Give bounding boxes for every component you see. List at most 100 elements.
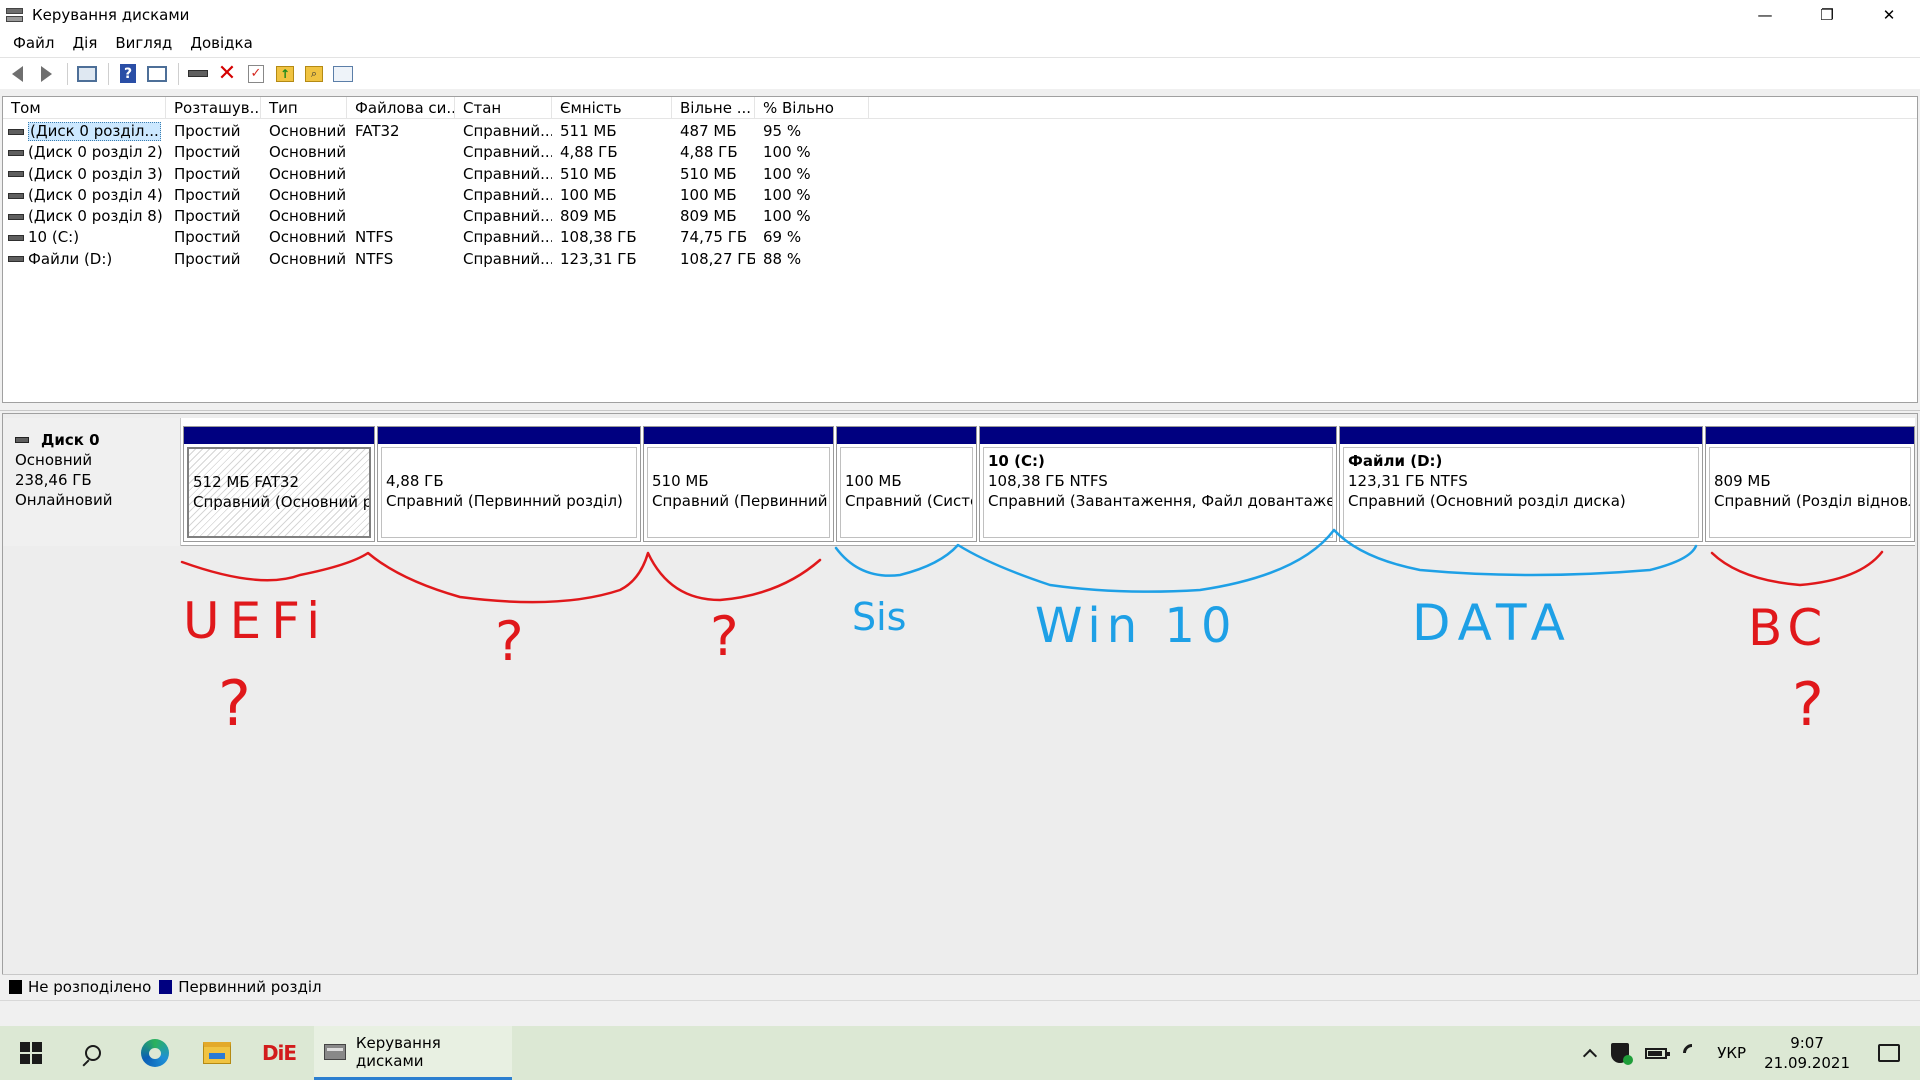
cell-layout: Простий bbox=[174, 228, 241, 247]
volume-icon bbox=[8, 235, 24, 242]
cell-free-space: 809 МБ bbox=[680, 207, 737, 226]
partition-status: Справний (Завантаження, Файл довантаженн… bbox=[988, 492, 1333, 510]
partition-3[interactable]: 510 МБ Справний (Первинний ро bbox=[643, 426, 834, 542]
cell-layout: Простий bbox=[174, 207, 241, 226]
file-explorer-button[interactable] bbox=[186, 1026, 248, 1080]
table-row[interactable]: (Диск 0 розділ... Простий Основний FAT32… bbox=[3, 121, 1917, 142]
volume-icon bbox=[8, 213, 24, 220]
partition-status: Справний (Основний роз bbox=[193, 493, 371, 511]
partition-title bbox=[193, 452, 369, 472]
column-layout[interactable]: Розташув... bbox=[166, 97, 261, 119]
properties-icon[interactable] bbox=[332, 63, 354, 85]
notifications-button[interactable] bbox=[1878, 1044, 1900, 1062]
table-row[interactable]: (Диск 0 розділ 4) Простий Основний Справ… bbox=[3, 185, 1917, 206]
partition-title bbox=[845, 451, 972, 471]
toolbar-separator bbox=[108, 62, 109, 85]
cell-type: Основний bbox=[269, 143, 347, 162]
column-capacity[interactable]: Ємність bbox=[552, 97, 672, 119]
partition-bar bbox=[1706, 427, 1914, 444]
partition-size: 512 МБ FAT32 bbox=[193, 473, 299, 491]
cell-percent-free: 95 % bbox=[763, 122, 802, 140]
cell-capacity: 4,88 ГБ bbox=[560, 143, 618, 162]
partition-d[interactable]: Файли (D:) 123,31 ГБ NTFS Справний (Осно… bbox=[1339, 426, 1703, 542]
disk-icon[interactable] bbox=[187, 63, 209, 85]
volume-icon bbox=[8, 171, 24, 178]
column-type[interactable]: Тип bbox=[261, 97, 347, 119]
volume-list-header: Том Розташув... Тип Файлова си... Стан Є… bbox=[3, 97, 1917, 119]
cell-capacity: 809 МБ bbox=[560, 207, 617, 226]
forward-arrow-icon[interactable] bbox=[35, 63, 57, 85]
status-bar bbox=[0, 1000, 1920, 1026]
unallocated-swatch bbox=[9, 979, 22, 994]
cell-type: Основний bbox=[269, 249, 347, 268]
delete-icon[interactable]: ✕ bbox=[216, 62, 238, 85]
partition-title bbox=[386, 451, 636, 471]
partition-c[interactable]: 10 (C:) 108,38 ГБ NTFS Справний (Заванта… bbox=[979, 426, 1337, 542]
column-percent-free[interactable]: % Вільно bbox=[755, 97, 869, 119]
volume-name: Файли (D:) bbox=[28, 249, 113, 268]
die-app-button[interactable]: DiE bbox=[248, 1026, 310, 1080]
minimize-button[interactable]: — bbox=[1734, 0, 1796, 29]
partition-2[interactable]: 4,88 ГБ Справний (Первинний розділ) bbox=[377, 426, 641, 542]
partition-size: 108,38 ГБ NTFS bbox=[988, 472, 1108, 490]
table-row[interactable]: Файли (D:) Простий Основний NTFS Справни… bbox=[3, 249, 1917, 270]
cell-type: Основний bbox=[269, 164, 347, 183]
edge-button[interactable] bbox=[124, 1026, 186, 1080]
column-filesystem[interactable]: Файлова си... bbox=[347, 97, 455, 119]
taskbar-disk-management[interactable]: Керування дисками bbox=[314, 1026, 512, 1080]
battery-tray-button[interactable] bbox=[1645, 1047, 1671, 1059]
cell-percent-free: 69 % bbox=[763, 228, 802, 247]
column-volume[interactable]: Том bbox=[3, 97, 166, 119]
volume-name: (Диск 0 розділ 4) bbox=[28, 185, 163, 204]
help-icon[interactable]: ? bbox=[117, 63, 139, 85]
cell-capacity: 123,31 ГБ bbox=[560, 249, 637, 268]
partition-8[interactable]: 809 МБ Справний (Розділ відновлен bbox=[1705, 426, 1915, 542]
partition-4[interactable]: 100 МБ Справний (Систем bbox=[836, 426, 977, 542]
language-indicator[interactable]: УКР bbox=[1717, 1044, 1746, 1062]
list-icon[interactable] bbox=[146, 63, 168, 85]
folder-up-icon[interactable]: ↑ bbox=[274, 63, 296, 85]
clock-date: 21.09.2021 bbox=[1764, 1054, 1850, 1072]
table-row[interactable]: 10 (C:) Простий Основний NTFS Справний..… bbox=[3, 227, 1917, 248]
partition-bar bbox=[644, 427, 833, 444]
menu-view[interactable]: Вигляд bbox=[106, 34, 181, 52]
column-status[interactable]: Стан bbox=[455, 97, 552, 119]
table-row[interactable]: (Диск 0 розділ 3) Простий Основний Справ… bbox=[3, 164, 1917, 185]
partition-title: 10 (C:) bbox=[988, 452, 1045, 470]
security-tray-button[interactable] bbox=[1611, 1043, 1634, 1065]
network-tray-button[interactable] bbox=[1679, 1040, 1705, 1066]
menu-action[interactable]: Дія bbox=[63, 34, 106, 52]
cell-layout: Простий bbox=[174, 143, 241, 162]
disk-type: Основний bbox=[15, 451, 93, 469]
cell-layout: Простий bbox=[174, 249, 241, 268]
clock[interactable]: 9:07 21.09.2021 bbox=[1764, 1033, 1850, 1073]
check-icon[interactable]: ✓ bbox=[245, 63, 267, 85]
menu-file[interactable]: Файл bbox=[4, 34, 63, 52]
close-button[interactable]: ✕ bbox=[1858, 0, 1920, 29]
cell-status: Справний... bbox=[463, 122, 552, 140]
menu-help[interactable]: Довідка bbox=[181, 34, 262, 52]
maximize-button[interactable]: ❐ bbox=[1796, 0, 1858, 29]
partition-size: 510 МБ bbox=[652, 472, 709, 490]
volume-name: (Диск 0 розділ 3) bbox=[28, 164, 163, 183]
partition-bar bbox=[837, 427, 976, 444]
start-button[interactable] bbox=[0, 1026, 62, 1080]
volume-icon bbox=[8, 256, 24, 263]
disk-label[interactable]: Диск 0 Основний 238,46 ГБ Онлайновий bbox=[3, 418, 181, 546]
cell-filesystem bbox=[347, 142, 455, 163]
search-button[interactable] bbox=[62, 1026, 124, 1080]
table-row[interactable]: (Диск 0 розділ 2) Простий Основний Справ… bbox=[3, 142, 1917, 163]
volume-list[interactable]: Том Розташув... Тип Файлова си... Стан Є… bbox=[2, 96, 1918, 403]
disk-management-icon bbox=[5, 6, 25, 24]
table-row[interactable]: (Диск 0 розділ 8) Простий Основний Справ… bbox=[3, 206, 1917, 227]
cell-percent-free: 100 % bbox=[763, 185, 811, 204]
show-hidden-icons-button[interactable] bbox=[1583, 1045, 1598, 1064]
partition-size: 100 МБ bbox=[845, 472, 902, 490]
window-icon[interactable] bbox=[76, 63, 98, 85]
back-arrow-icon[interactable] bbox=[6, 63, 28, 85]
column-free-space[interactable]: Вільне ... bbox=[672, 97, 755, 119]
folder-search-icon[interactable]: ⌕ bbox=[303, 63, 325, 85]
pane-splitter[interactable] bbox=[0, 403, 1920, 411]
partition-1[interactable]: 512 МБ FAT32 Справний (Основний роз bbox=[183, 426, 375, 542]
cell-capacity: 108,38 ГБ bbox=[560, 228, 637, 247]
